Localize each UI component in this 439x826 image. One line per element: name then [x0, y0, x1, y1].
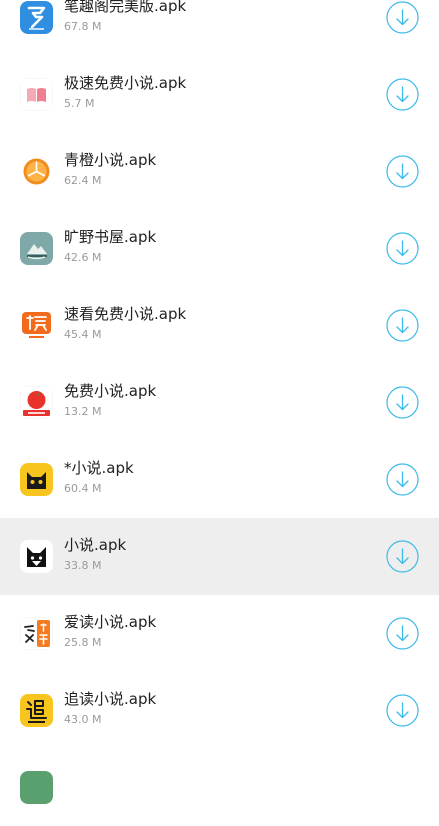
download-button[interactable] — [386, 386, 419, 419]
pen-app-icon — [20, 1, 53, 34]
cat-black-app-icon — [20, 540, 53, 573]
download-button[interactable] — [386, 694, 419, 727]
download-arrow-icon — [386, 694, 419, 727]
download-button[interactable] — [386, 617, 419, 650]
list-item[interactable]: 追读小说.apk 43.0 M — [0, 672, 439, 749]
list-item[interactable]: 极速免费小说.apk 5.7 M — [0, 56, 439, 133]
partial-app-icon — [20, 771, 53, 804]
download-arrow-icon — [386, 232, 419, 265]
list-item[interactable]: 旷野书屋.apk 42.6 M — [0, 210, 439, 287]
file-size: 5.7 M — [64, 97, 95, 110]
file-size: 33.8 M — [64, 559, 102, 572]
download-button[interactable] — [386, 1, 419, 34]
zhuidu-app-icon — [20, 694, 53, 727]
download-arrow-icon — [386, 386, 419, 419]
list-item[interactable]: *小说.apk 60.4 M — [0, 441, 439, 518]
file-size: 25.8 M — [64, 636, 102, 649]
file-size: 60.4 M — [64, 482, 102, 495]
file-name: 爱读小说.apk — [64, 613, 157, 631]
list-item[interactable]: 笔趣阁完美版.apk 67.8 M — [0, 0, 439, 56]
download-list: 笔趣阁完美版.apk 67.8 M 极速免费小说.apk 5.7 M 青橙小说.… — [0, 0, 439, 826]
download-button[interactable] — [386, 232, 419, 265]
file-name: 小说.apk — [64, 536, 127, 554]
download-arrow-icon — [386, 309, 419, 342]
list-item[interactable] — [0, 749, 439, 826]
download-arrow-icon — [386, 463, 419, 496]
file-size: 62.4 M — [64, 174, 102, 187]
orange-slice-app-icon — [20, 155, 53, 188]
download-button[interactable] — [386, 309, 419, 342]
list-item[interactable]: 免费小说.apk 13.2 M — [0, 364, 439, 441]
file-name: *小说.apk — [64, 459, 134, 477]
file-name: 免费小说.apk — [64, 382, 157, 400]
download-button[interactable] — [386, 540, 419, 573]
open-book-app-icon — [20, 78, 53, 111]
download-arrow-icon — [386, 78, 419, 111]
download-button[interactable] — [386, 463, 419, 496]
file-size: 43.0 M — [64, 713, 102, 726]
cat-yellow-app-icon — [20, 463, 53, 496]
file-name: 速看免费小说.apk — [64, 305, 187, 323]
tomato-app-icon — [20, 386, 53, 419]
download-button[interactable] — [386, 155, 419, 188]
file-size: 13.2 M — [64, 405, 102, 418]
download-arrow-icon — [386, 617, 419, 650]
aidu-app-icon — [20, 617, 53, 650]
file-size: 45.4 M — [64, 328, 102, 341]
download-arrow-icon — [386, 1, 419, 34]
file-name: 笔趣阁完美版.apk — [64, 0, 187, 15]
download-arrow-icon — [386, 540, 419, 573]
sukan-app-icon — [20, 309, 53, 342]
list-item[interactable]: 速看免费小说.apk 45.4 M — [0, 287, 439, 364]
file-name: 旷野书屋.apk — [64, 228, 157, 246]
list-item[interactable]: 青橙小说.apk 62.4 M — [0, 133, 439, 210]
download-button[interactable] — [386, 78, 419, 111]
file-name: 极速免费小说.apk — [64, 74, 187, 92]
mountain-book-app-icon — [20, 232, 53, 265]
download-arrow-icon — [386, 155, 419, 188]
list-item[interactable]: 爱读小说.apk 25.8 M — [0, 595, 439, 672]
list-item[interactable]: 小说.apk 33.8 M — [0, 518, 439, 595]
file-name: 追读小说.apk — [64, 690, 157, 708]
file-size: 67.8 M — [64, 20, 102, 33]
file-size: 42.6 M — [64, 251, 102, 264]
file-name: 青橙小说.apk — [64, 151, 157, 169]
